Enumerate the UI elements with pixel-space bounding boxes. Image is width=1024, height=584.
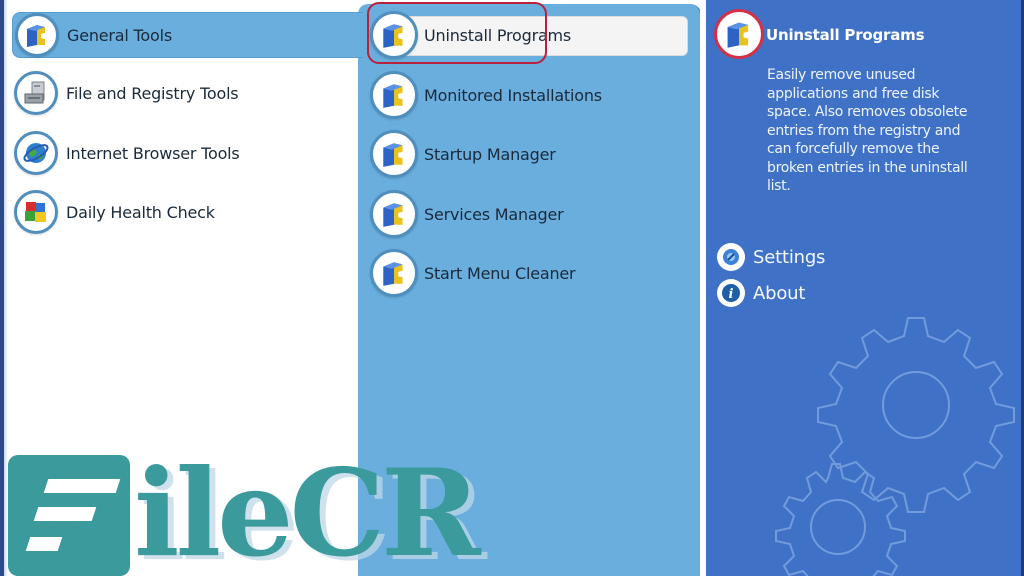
category-item-general-tools[interactable]: General Tools xyxy=(12,12,363,58)
category-item-file-registry-tools[interactable]: File and Registry Tools xyxy=(12,71,356,115)
about-label: About xyxy=(753,282,806,304)
detail-description: Easily remove unused applications and fr… xyxy=(767,67,968,194)
tool-item-start-menu-cleaner[interactable]: Start Menu Cleaner xyxy=(368,249,688,297)
tool-label: Monitored Installations xyxy=(424,85,602,105)
detail-cube-puzzle-icon xyxy=(714,9,764,59)
about-link[interactable]: i About xyxy=(717,279,805,307)
cube-puzzle-icon xyxy=(370,130,418,178)
category-label: File and Registry Tools xyxy=(66,83,239,103)
tool-label: Start Menu Cleaner xyxy=(424,263,576,283)
settings-icon xyxy=(717,243,745,271)
tool-item-monitored-installations[interactable]: Monitored Installations xyxy=(368,71,688,119)
cube-puzzle-icon xyxy=(370,190,418,238)
cube-puzzle-icon xyxy=(15,13,59,57)
colored-blocks-icon xyxy=(14,190,58,234)
svg-text:i: i xyxy=(729,287,734,302)
cube-puzzle-icon xyxy=(370,11,418,59)
cube-puzzle-icon xyxy=(370,71,418,119)
file-cabinet-icon xyxy=(14,71,58,115)
settings-label: Settings xyxy=(753,246,826,268)
tool-item-startup-manager[interactable]: Startup Manager xyxy=(368,130,688,178)
category-label: Internet Browser Tools xyxy=(66,143,240,163)
panel-shadow xyxy=(4,0,8,576)
cube-puzzle-icon xyxy=(370,249,418,297)
settings-link[interactable]: Settings xyxy=(717,243,825,271)
details-panel: Uninstall Programs Easily remove unused … xyxy=(706,0,1021,576)
detail-title: Uninstall Programs xyxy=(766,26,925,44)
tool-item-services-manager[interactable]: Services Manager xyxy=(368,190,688,238)
tool-label: Services Manager xyxy=(424,204,564,224)
category-label: Daily Health Check xyxy=(66,202,215,222)
info-icon: i xyxy=(717,279,745,307)
category-item-daily-health-check[interactable]: Daily Health Check xyxy=(12,190,356,234)
tool-item-uninstall-programs[interactable]: Uninstall Programs xyxy=(368,11,688,59)
tool-label: Startup Manager xyxy=(424,144,556,164)
tool-label: Uninstall Programs xyxy=(424,25,572,45)
category-label: General Tools xyxy=(67,25,172,45)
category-item-internet-browser-tools[interactable]: Internet Browser Tools xyxy=(12,131,356,175)
globe-icon xyxy=(14,131,58,175)
